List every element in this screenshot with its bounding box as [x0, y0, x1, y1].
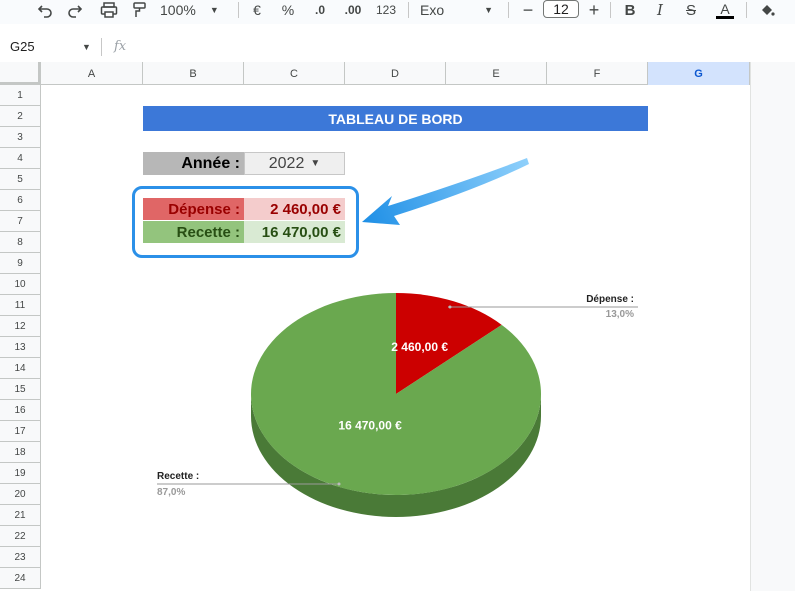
pie-legend-label-recette: Recette :	[157, 471, 199, 482]
pie-percent-label-recette: 87,0%	[157, 487, 185, 498]
pie-value-label-recette: 16 470,00 €	[338, 419, 402, 433]
pie-legend-label-depense: Dépense :	[586, 294, 634, 305]
leader-dot-recette	[337, 482, 341, 486]
leader-dot-depense	[448, 305, 452, 309]
pie-chart[interactable]: 2 460,00 € 16 470,00 € Dépense : 13,0% Recet…	[0, 0, 795, 591]
pie-percent-label-depense: 13,0%	[606, 309, 634, 320]
pie-value-label-depense: 2 460,00 €	[391, 340, 448, 354]
